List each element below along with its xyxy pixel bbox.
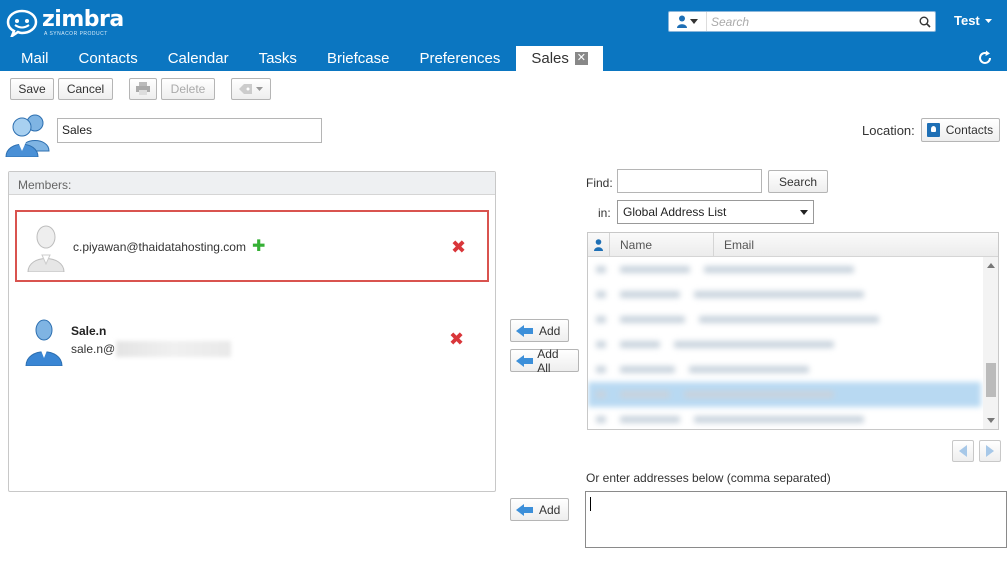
- scroll-up-icon[interactable]: [987, 263, 995, 268]
- result-row[interactable]: [588, 357, 981, 382]
- result-row-selected[interactable]: [588, 382, 981, 407]
- logo-subtext: A SYNACOR PRODUCT: [44, 31, 108, 37]
- redacted-text: [116, 341, 232, 357]
- address-source-value: Global Address List: [623, 205, 727, 219]
- chevron-down-icon: [690, 19, 698, 24]
- results-header: Name Email: [588, 233, 998, 257]
- location-row: Location: Contacts: [862, 118, 1001, 142]
- tab-briefcase[interactable]: Briefcase: [312, 46, 405, 71]
- member-name: Sale.n: [71, 324, 107, 338]
- add-addresses-button-label: Add: [539, 502, 561, 517]
- previous-page-button[interactable]: [952, 440, 974, 462]
- search-input[interactable]: Search: [707, 15, 915, 29]
- user-menu[interactable]: Test: [954, 13, 992, 28]
- tab-tasks[interactable]: Tasks: [244, 46, 312, 71]
- next-page-button[interactable]: [979, 440, 1001, 462]
- manual-addresses-label: Or enter addresses below (comma separate…: [586, 471, 831, 485]
- arrow-left-icon: [959, 445, 967, 457]
- add-addresses-button[interactable]: Add: [510, 498, 569, 521]
- location-label: Location:: [862, 122, 915, 138]
- global-search[interactable]: Search: [668, 11, 936, 32]
- delete-button[interactable]: Delete: [161, 77, 215, 100]
- location-button-label: Contacts: [945, 123, 994, 137]
- chevron-down-icon: [256, 86, 263, 91]
- email-column-header[interactable]: Email: [714, 238, 754, 252]
- tag-button[interactable]: [231, 77, 271, 100]
- tab-mail[interactable]: Mail: [0, 46, 64, 71]
- add-contact-icon[interactable]: ✚: [252, 239, 265, 255]
- app-header: zimbra A SYNACOR PRODUCT Search Test Mai…: [0, 0, 1007, 71]
- scroll-down-icon[interactable]: [987, 418, 995, 423]
- name-column-header[interactable]: Name: [610, 233, 714, 256]
- edit-toolbar: Save Cancel Delete: [10, 77, 271, 100]
- scroll-thumb[interactable]: [986, 363, 996, 397]
- remove-member-icon[interactable]: ✖: [449, 330, 464, 348]
- result-row[interactable]: [588, 257, 981, 282]
- add-button[interactable]: Add: [510, 319, 569, 342]
- app-tabs: Mail Contacts Calendar Tasks Briefcase P…: [0, 46, 603, 71]
- manual-addresses-input[interactable]: [585, 491, 1007, 548]
- member-item[interactable]: c.piyawan@thaidatahosting.com ✚ ✖: [15, 210, 489, 282]
- tab-contacts[interactable]: Contacts: [64, 46, 153, 71]
- chevron-down-icon: [984, 18, 992, 23]
- tab-preferences[interactable]: Preferences: [404, 46, 515, 71]
- search-results-list: Name Email: [587, 232, 999, 430]
- search-icon[interactable]: [915, 12, 935, 31]
- group-name-input[interactable]: Sales: [57, 118, 322, 143]
- arrow-left-icon: [516, 354, 534, 367]
- members-header: Members:: [9, 172, 495, 195]
- result-row[interactable]: [588, 282, 981, 307]
- save-button[interactable]: Save: [10, 77, 54, 100]
- member-email: sale.n@: [71, 341, 232, 357]
- person-icon: [25, 319, 63, 366]
- location-contacts-button[interactable]: Contacts: [920, 118, 1001, 142]
- member-item[interactable]: Sale.n sale.n@ ✖: [15, 315, 489, 387]
- find-input[interactable]: [617, 169, 762, 193]
- arrow-left-icon: [516, 503, 534, 516]
- member-email-text: sale.n@: [71, 342, 116, 356]
- search-button[interactable]: Search: [768, 170, 828, 193]
- add-all-button-label: Add All: [537, 346, 559, 375]
- refresh-icon[interactable]: [975, 48, 995, 68]
- print-button[interactable]: [129, 77, 157, 100]
- contact-group-icon: [5, 114, 50, 157]
- remove-member-icon[interactable]: ✖: [451, 238, 466, 256]
- address-source-select[interactable]: Global Address List: [617, 200, 814, 224]
- text-caret: [590, 497, 591, 511]
- type-column-header[interactable]: [588, 233, 610, 256]
- arrow-right-icon: [986, 445, 994, 457]
- member-email-text: c.piyawan@thaidatahosting.com: [73, 240, 246, 254]
- user-name: Test: [954, 13, 980, 28]
- results-rows-blurred: [588, 257, 981, 429]
- member-email: c.piyawan@thaidatahosting.com ✚: [73, 239, 265, 255]
- arrow-left-icon: [516, 324, 534, 337]
- cancel-button[interactable]: Cancel: [58, 77, 113, 100]
- add-button-label: Add: [539, 323, 561, 338]
- logo-word: zimbra: [42, 7, 124, 32]
- chevron-down-icon: [800, 209, 808, 215]
- result-row[interactable]: [588, 407, 981, 429]
- person-icon: [594, 238, 603, 251]
- person-icon: [677, 15, 687, 28]
- tab-sales-label: Sales: [531, 50, 569, 67]
- tab-sales[interactable]: Sales ✕: [516, 46, 603, 71]
- person-placeholder-icon: [27, 225, 65, 272]
- address-book-icon: [926, 123, 940, 137]
- members-panel: Members: c.piyawan@thaidatahosting.com ✚…: [8, 171, 496, 492]
- printer-icon: [136, 82, 150, 95]
- zimbra-logo[interactable]: zimbra A SYNACOR PRODUCT: [6, 8, 124, 38]
- result-row[interactable]: [588, 332, 981, 357]
- tag-icon: [239, 83, 252, 94]
- result-row[interactable]: [588, 307, 981, 332]
- find-label: Find:: [586, 176, 613, 190]
- logo-chat-icon: [6, 9, 38, 37]
- in-label: in:: [598, 206, 611, 220]
- tab-calendar[interactable]: Calendar: [153, 46, 244, 71]
- add-all-button[interactable]: Add All: [510, 346, 579, 375]
- close-icon[interactable]: ✕: [574, 52, 588, 65]
- results-scrollbar[interactable]: [983, 257, 998, 429]
- search-scope-dropdown[interactable]: [669, 12, 707, 31]
